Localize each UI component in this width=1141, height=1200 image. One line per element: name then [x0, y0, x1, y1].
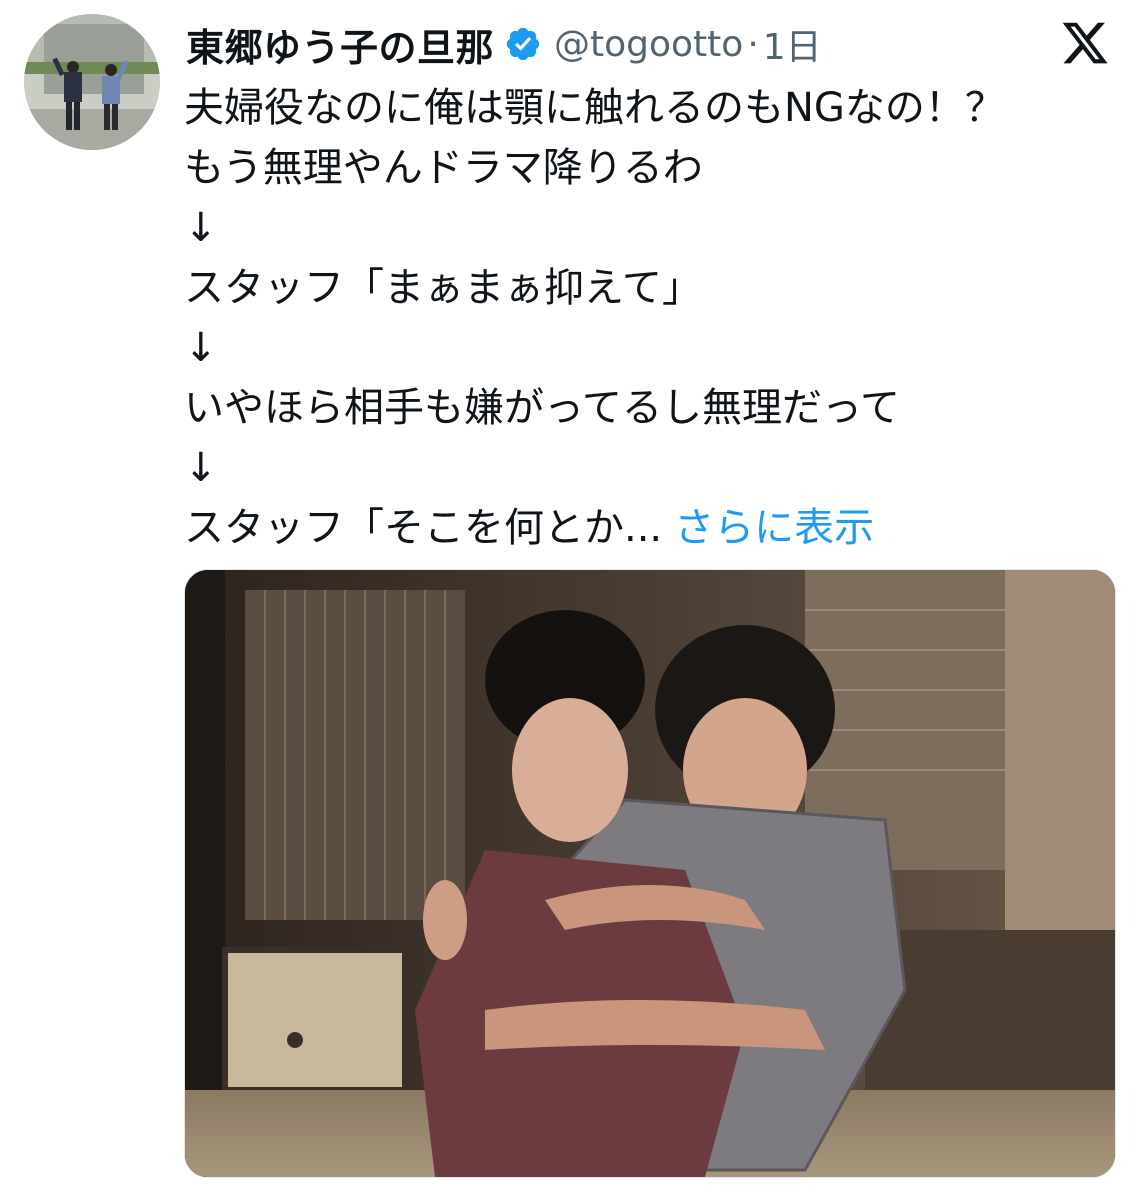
- tweet-line-last: スタッフ「そこを何とか... さらに表示: [184, 498, 1114, 558]
- tweet-line: ↓: [184, 325, 218, 371]
- x-logo-icon[interactable]: [1060, 18, 1110, 68]
- tweet-line: ↓: [184, 445, 218, 491]
- tweet-header: 東郷ゆう子の旦那 @togootto · 1日: [186, 14, 822, 74]
- tweet-line: 夫婦役なのに俺は顎に触れるのもNGなの！？: [184, 85, 1005, 131]
- verified-badge-icon: [504, 25, 542, 63]
- avatar[interactable]: [24, 14, 160, 150]
- separator: ·: [747, 23, 759, 65]
- show-more-link[interactable]: さらに表示: [674, 505, 874, 551]
- tweet-line: いやほら相手も嫌がってるし無理だって: [184, 385, 900, 431]
- tweet-line: もう無理やんドラマ降りるわ: [184, 145, 703, 191]
- avatar-image: [24, 14, 160, 150]
- tweet[interactable]: 東郷ゆう子の旦那 @togootto · 1日 夫婦役なのに俺は顎に触れるのもN…: [0, 0, 1141, 1200]
- timestamp[interactable]: 1日: [763, 18, 822, 70]
- tweet-text: 夫婦役なのに俺は顎に触れるのもNGなの！？ もう無理やんドラマ降りるわ ↓ スタ…: [184, 78, 1114, 558]
- tweet-line-text: スタッフ「そこを何とか...: [184, 505, 663, 551]
- display-name[interactable]: 東郷ゆう子の旦那: [186, 17, 494, 72]
- tweet-line: スタッフ「まぁまぁ抑えて」: [184, 265, 702, 311]
- handle[interactable]: @togootto: [554, 24, 743, 65]
- tweet-media[interactable]: [184, 569, 1116, 1178]
- tweet-line: ↓: [184, 205, 218, 251]
- media-photo: [185, 570, 1115, 1177]
